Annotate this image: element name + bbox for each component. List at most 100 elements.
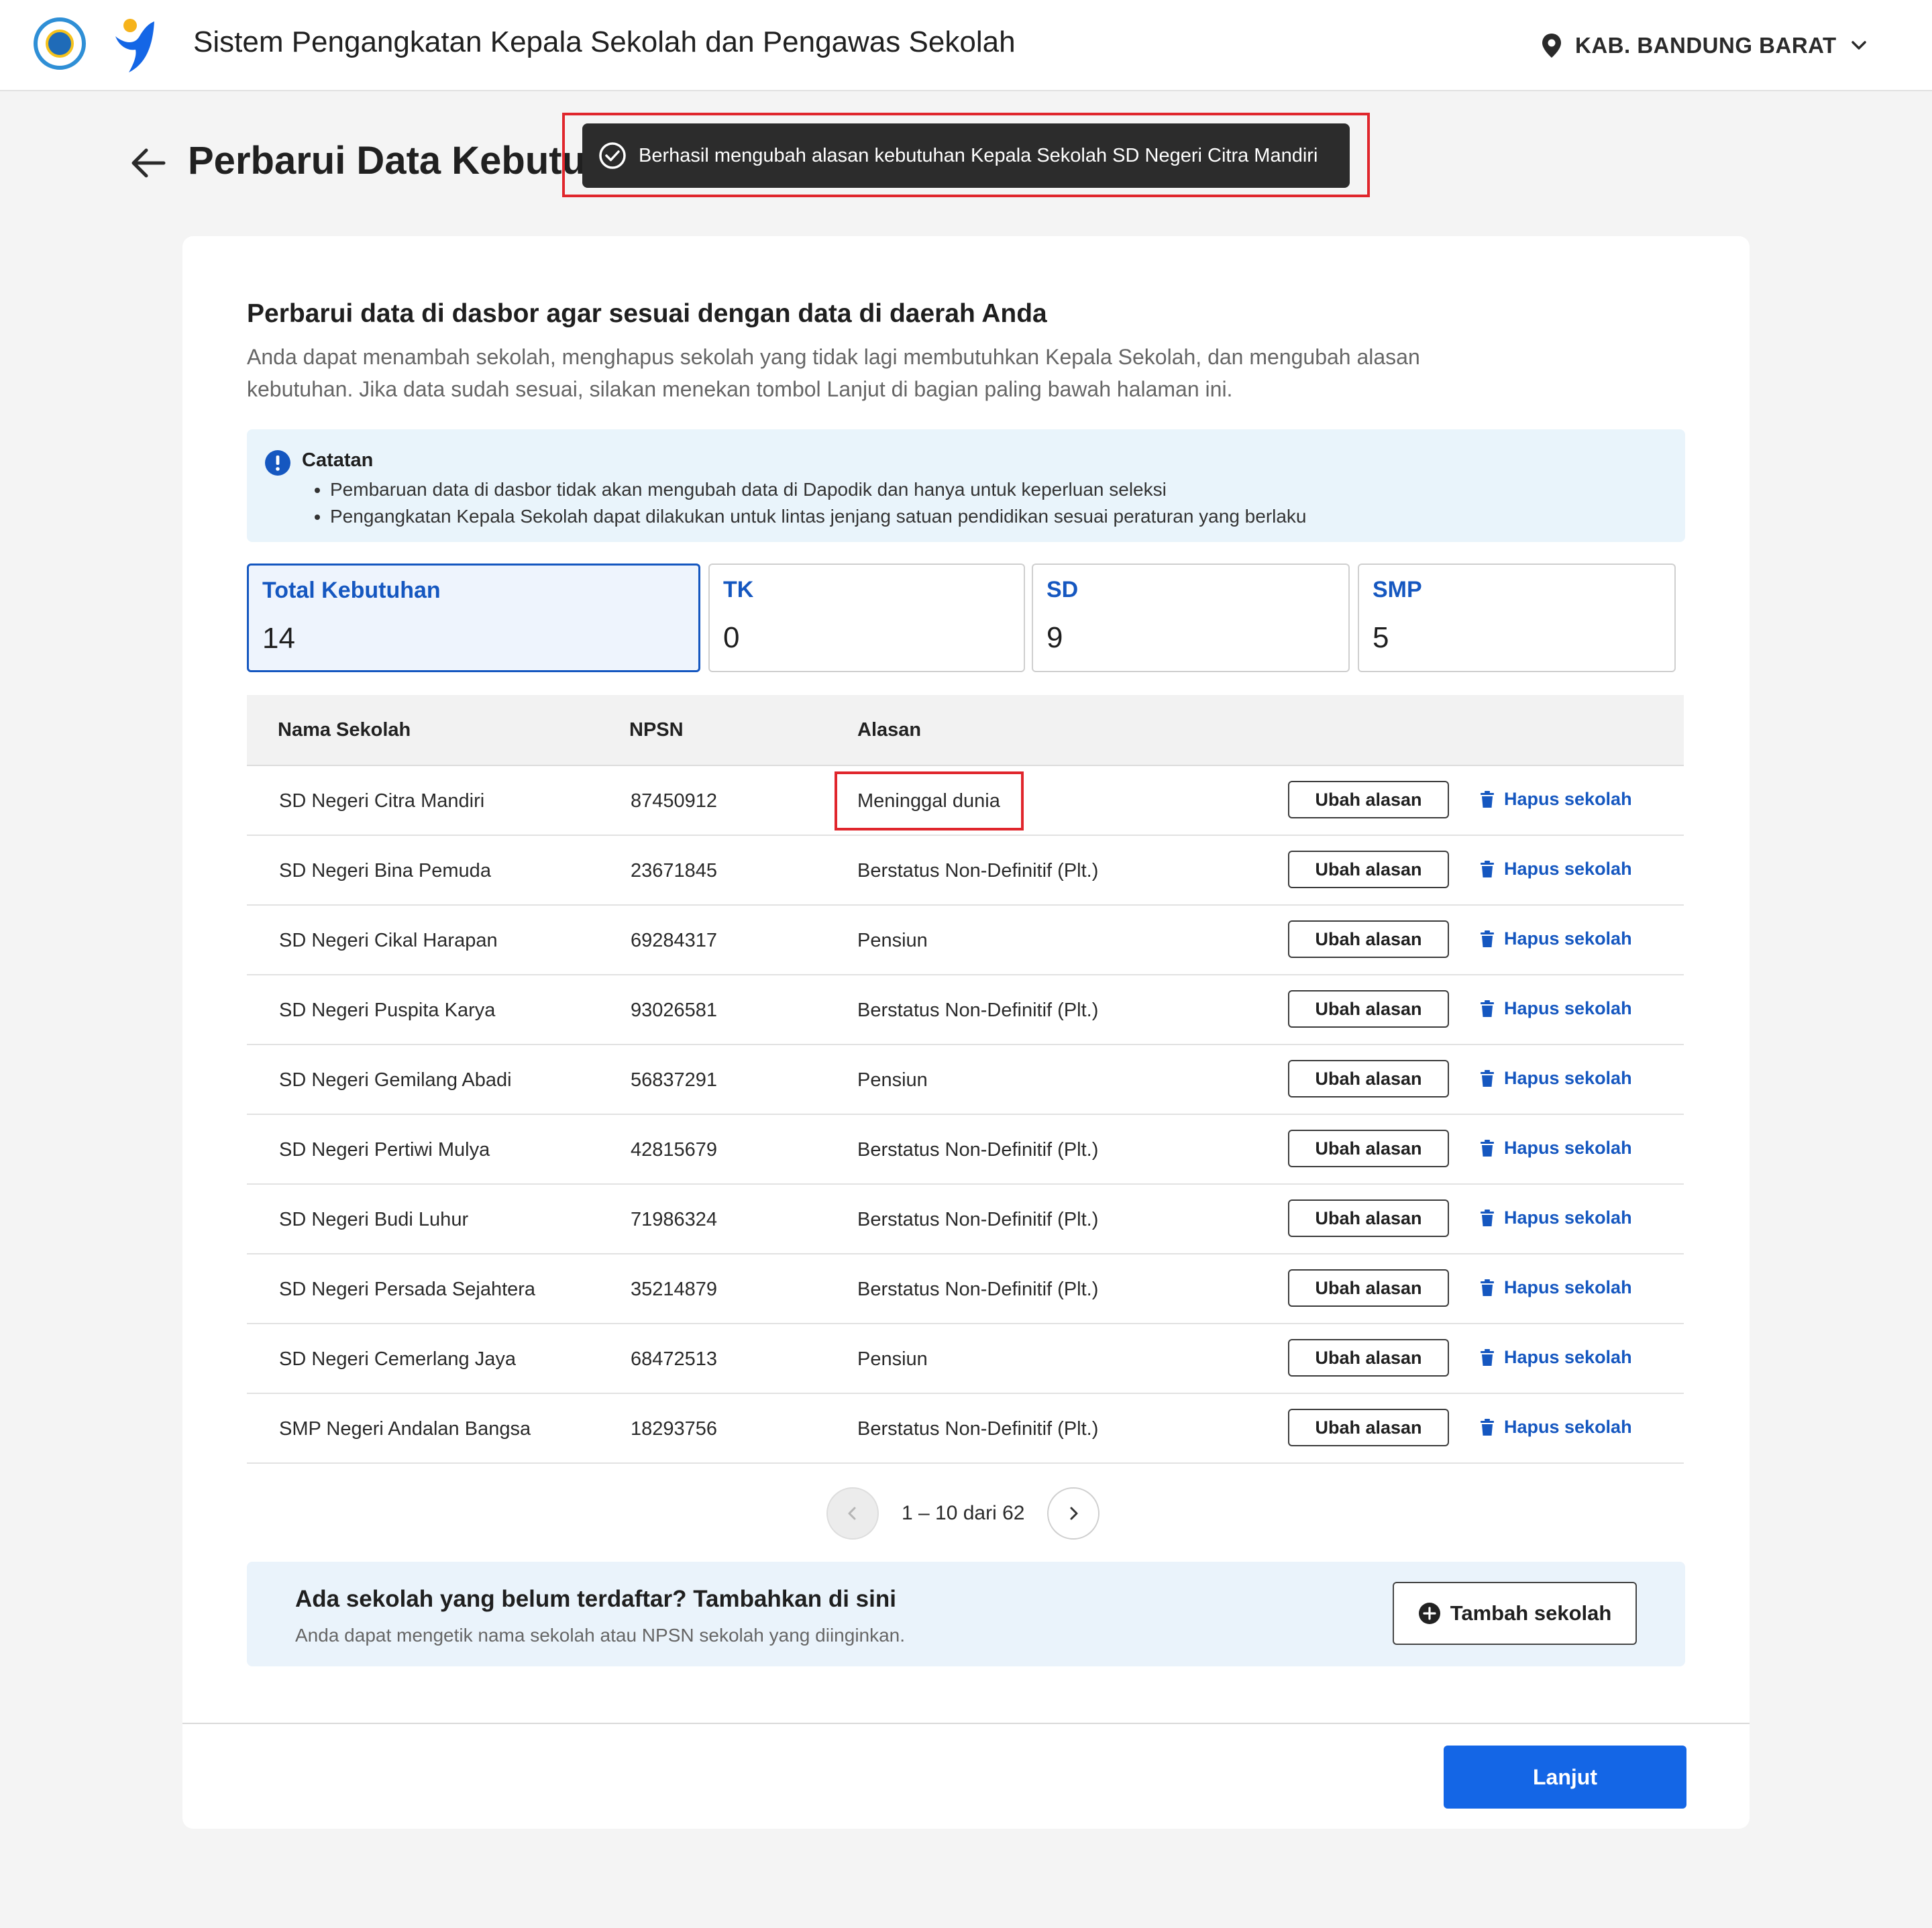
- reason-cell: Berstatus Non-Definitif (Plt.): [857, 1279, 1099, 1300]
- pagination: 1 – 10 dari 62: [826, 1487, 1100, 1540]
- column-header-alasan: Alasan: [857, 719, 922, 741]
- pagination-text: 1 – 10 dari 62: [902, 1502, 1025, 1524]
- add-school-button[interactable]: Tambah sekolah: [1393, 1582, 1637, 1645]
- stat-sd[interactable]: SD 9: [1032, 564, 1350, 672]
- school-name-cell: SD Negeri Puspita Karya: [279, 1000, 496, 1021]
- table-row: SD Negeri Puspita Karya 93026581 Berstatus…: [247, 975, 1684, 1045]
- stat-label: SD: [1046, 577, 1079, 602]
- footer-divider: [182, 1723, 1750, 1724]
- table-row: SD Negeri Cemerlang Jaya 68472513 Pensiun U…: [247, 1324, 1684, 1394]
- next-page-button[interactable]: [1047, 1487, 1100, 1540]
- delete-school-label: Hapus sekolah: [1504, 1347, 1632, 1367]
- app-title: Sistem Pengangkatan Kepala Sekolah dan P…: [193, 25, 1016, 58]
- edit-reason-button[interactable]: Ubah alasan: [1288, 1060, 1449, 1097]
- school-name-cell: SD Negeri Cikal Harapan: [279, 930, 498, 951]
- delete-school-label: Hapus sekolah: [1504, 928, 1632, 949]
- edit-reason-button[interactable]: Ubah alasan: [1288, 1199, 1449, 1237]
- reason-cell: Berstatus Non-Definitif (Plt.): [857, 1139, 1099, 1161]
- next-button[interactable]: Lanjut: [1444, 1746, 1686, 1809]
- table-row: SMP Negeri Andalan Bangsa 18293756 Berstat…: [247, 1394, 1684, 1464]
- delete-school-link[interactable]: Hapus sekolah: [1480, 1068, 1632, 1089]
- edit-reason-button[interactable]: Ubah alasan: [1288, 920, 1449, 958]
- region-label: KAB. BANDUNG BARAT: [1575, 33, 1837, 58]
- table-row: SD Negeri Cikal Harapan 69284317 Pensiun Ub…: [247, 906, 1684, 975]
- add-school-description: Anda dapat mengetik nama sekolah atau NP…: [295, 1625, 906, 1646]
- stat-smp[interactable]: SMP 5: [1358, 564, 1676, 672]
- stat-value: 0: [723, 621, 740, 654]
- delete-school-link[interactable]: Hapus sekolah: [1480, 1208, 1632, 1228]
- delete-school-label: Hapus sekolah: [1504, 1068, 1632, 1088]
- chevron-left-icon: [848, 1507, 856, 1520]
- app-logo-icon: [115, 19, 154, 72]
- info-alert-icon: [265, 450, 290, 476]
- location-pin-icon: [1542, 34, 1561, 58]
- school-table: Nama Sekolah NPSN Alasan SD Negeri Citra…: [247, 695, 1684, 1464]
- card-title: Perbarui data di dasbor agar sesuai deng…: [247, 299, 1047, 328]
- npsn-cell: 69284317: [631, 930, 718, 951]
- table-row: SD Negeri Gemilang Abadi 56837291 Pensiun U…: [247, 1045, 1684, 1115]
- npsn-cell: 56837291: [631, 1069, 718, 1091]
- table-row: SD Negeri Pertiwi Mulya 42815679 Berstatus…: [247, 1115, 1684, 1185]
- add-school-title: Ada sekolah yang belum terdaftar? Tambah…: [295, 1586, 896, 1612]
- school-name-cell: SD Negeri Gemilang Abadi: [279, 1069, 512, 1091]
- delete-school-label: Hapus sekolah: [1504, 1138, 1632, 1158]
- table-body: SD Negeri Citra Mandiri 87450912 Meninggal…: [247, 766, 1684, 1464]
- delete-school-link[interactable]: Hapus sekolah: [1480, 1417, 1632, 1438]
- school-name-cell: SD Negeri Pertiwi Mulya: [279, 1139, 490, 1161]
- edit-reason-button[interactable]: Ubah alasan: [1288, 781, 1449, 818]
- delete-school-label: Hapus sekolah: [1504, 859, 1632, 879]
- delete-school-label: Hapus sekolah: [1504, 789, 1632, 809]
- stat-label: SMP: [1373, 577, 1422, 602]
- note-title: Catatan: [302, 449, 374, 471]
- edit-reason-button[interactable]: Ubah alasan: [1288, 1269, 1449, 1307]
- stat-label: TK: [723, 577, 754, 602]
- stat-label: Total Kebutuhan: [262, 578, 441, 603]
- trash-icon: [1481, 1279, 1494, 1296]
- school-name-cell: SD Negeri Persada Sejahtera: [279, 1279, 536, 1300]
- stat-total-kebutuhan[interactable]: Total Kebutuhan 14: [247, 564, 700, 672]
- prev-page-button[interactable]: [826, 1487, 879, 1540]
- edit-reason-button[interactable]: Ubah alasan: [1288, 1130, 1449, 1167]
- trash-icon: [1481, 1348, 1494, 1366]
- toast-highlight-box: [562, 113, 1370, 197]
- school-name-cell: SD Negeri Cemerlang Jaya: [279, 1348, 516, 1370]
- stat-tk[interactable]: TK 0: [708, 564, 1025, 672]
- note-box: Catatan Pembaruan data di dasbor tidak a…: [247, 429, 1685, 542]
- delete-school-link[interactable]: Hapus sekolah: [1480, 998, 1632, 1019]
- reason-cell: Pensiun: [857, 1348, 928, 1370]
- trash-icon: [1481, 1069, 1494, 1087]
- stat-value: 9: [1046, 621, 1063, 654]
- chevron-right-icon: [1070, 1507, 1078, 1520]
- npsn-cell: 68472513: [631, 1348, 718, 1370]
- delete-school-label: Hapus sekolah: [1504, 1208, 1632, 1228]
- npsn-cell: 87450912: [631, 790, 718, 812]
- delete-school-label: Hapus sekolah: [1504, 998, 1632, 1018]
- edit-reason-button[interactable]: Ubah alasan: [1288, 851, 1449, 888]
- app-header: Sistem Pengangkatan Kepala Sekolah dan P…: [0, 0, 1932, 91]
- school-name-cell: SD Negeri Bina Pemuda: [279, 860, 491, 881]
- table-row: SD Negeri Persada Sejahtera 35214879 Berst…: [247, 1254, 1684, 1324]
- arrow-left-icon[interactable]: [127, 142, 169, 184]
- column-header-nama-sekolah: Nama Sekolah: [278, 719, 411, 741]
- region-selector[interactable]: KAB. BANDUNG BARAT: [1540, 27, 1869, 64]
- delete-school-link[interactable]: Hapus sekolah: [1480, 1138, 1632, 1159]
- reason-cell: Berstatus Non-Definitif (Plt.): [857, 1418, 1099, 1440]
- delete-school-link[interactable]: Hapus sekolah: [1480, 1277, 1632, 1298]
- npsn-cell: 23671845: [631, 860, 718, 881]
- edit-reason-button[interactable]: Ubah alasan: [1288, 1339, 1449, 1377]
- school-name-cell: SD Negeri Citra Mandiri: [279, 790, 485, 812]
- edit-reason-button[interactable]: Ubah alasan: [1288, 990, 1449, 1028]
- delete-school-link[interactable]: Hapus sekolah: [1480, 859, 1632, 879]
- school-name-cell: SD Negeri Budi Luhur: [279, 1209, 469, 1230]
- delete-school-link[interactable]: Hapus sekolah: [1480, 928, 1632, 949]
- table-row: SD Negeri Bina Pemuda 23671845 Berstatus N…: [247, 836, 1684, 906]
- add-school-panel: Ada sekolah yang belum terdaftar? Tambah…: [247, 1562, 1685, 1666]
- npsn-cell: 93026581: [631, 1000, 718, 1021]
- delete-school-link[interactable]: Hapus sekolah: [1480, 789, 1632, 810]
- plus-circle-icon: [1418, 1603, 1440, 1624]
- edit-reason-button[interactable]: Ubah alasan: [1288, 1409, 1449, 1446]
- school-name-cell: SMP Negeri Andalan Bangsa: [279, 1418, 531, 1440]
- npsn-cell: 35214879: [631, 1279, 718, 1300]
- reason-highlight-box: [835, 771, 1024, 831]
- delete-school-link[interactable]: Hapus sekolah: [1480, 1347, 1632, 1368]
